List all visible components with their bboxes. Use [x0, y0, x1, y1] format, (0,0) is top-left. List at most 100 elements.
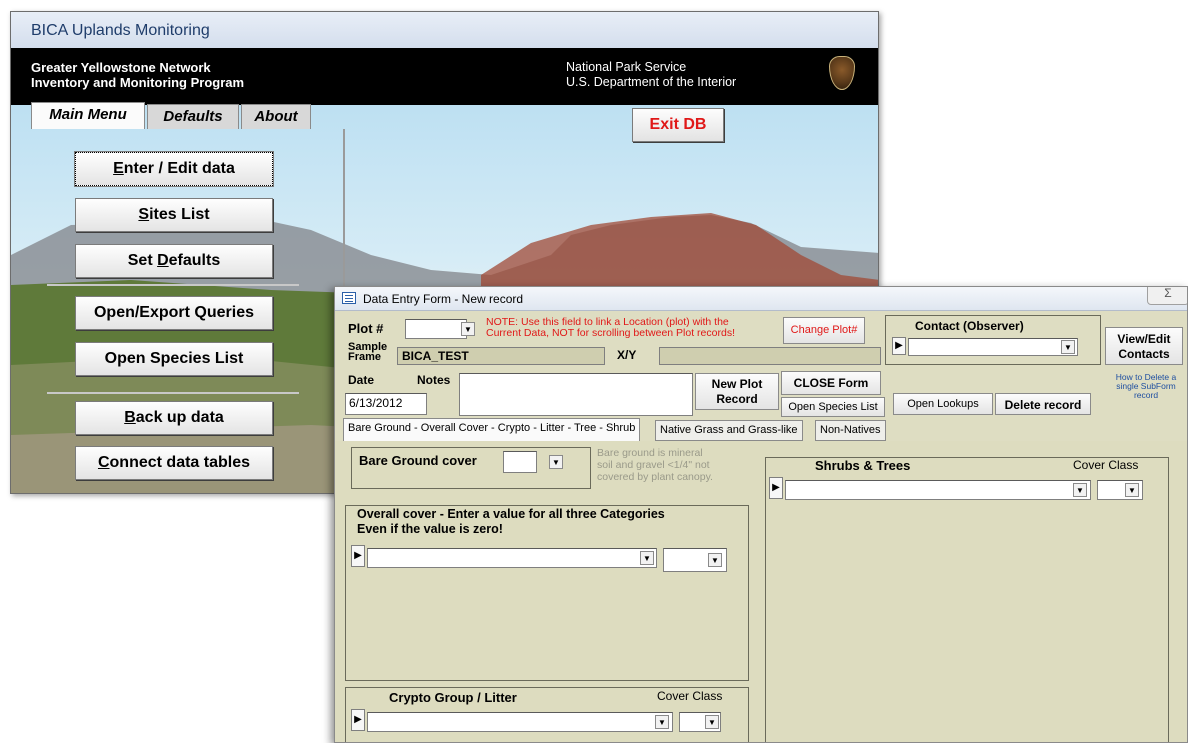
xy-label: X/Y	[617, 348, 637, 362]
tab-bare-ground[interactable]: Bare Ground - Overall Cover - Crypto - L…	[343, 418, 641, 441]
form-title: Data Entry Form - New record	[363, 292, 524, 306]
contact-label: Contact (Observer)	[915, 319, 1024, 333]
button-label: Contacts	[1118, 347, 1170, 361]
form-icon	[342, 292, 356, 304]
open-export-queries-button[interactable]: Open/Export Queries	[75, 296, 273, 330]
tab-main-menu[interactable]: Main Menu	[31, 102, 145, 129]
plot-label: Plot #	[348, 321, 384, 336]
chevron-down-icon[interactable]: ▼	[549, 455, 563, 469]
notes-label: Notes	[417, 373, 451, 387]
nps-arrowhead-logo	[829, 56, 855, 90]
button-label: nter / Edit data	[123, 160, 235, 177]
access-key: D	[157, 252, 169, 269]
enter-edit-data-button[interactable]: Enter / Edit data	[74, 151, 274, 187]
button-label: onnect data tables	[109, 454, 251, 471]
date-label: Date	[348, 373, 375, 387]
chevron-down-icon[interactable]: ▼	[461, 322, 475, 336]
crypto-combo[interactable]	[367, 712, 673, 732]
label-line: Frame	[348, 351, 382, 363]
overall-cover-label: Overall cover - Enter a value for all th…	[357, 507, 665, 537]
banner-line: U.S. Department of the Interior	[566, 75, 737, 89]
main-menu-panel: Enter / Edit data Sites List Set Default…	[31, 129, 345, 493]
sites-list-button[interactable]: Sites List	[75, 198, 273, 232]
chevron-down-icon[interactable]: ▼	[655, 715, 669, 729]
cover-class-label: Cover Class	[1073, 458, 1139, 472]
record-selector[interactable]: ▶	[351, 709, 365, 731]
record-selector[interactable]: ▶	[351, 545, 365, 567]
label-line: Even if the value is zero!	[357, 522, 503, 536]
sample-frame-field: BICA_TEST	[397, 347, 605, 365]
button-label: Set	[127, 252, 158, 269]
bare-ground-combo[interactable]	[503, 451, 537, 473]
xy-field	[659, 347, 881, 365]
network-name: Greater Yellowstone Network Inventory an…	[31, 60, 244, 90]
button-label: efaults	[168, 252, 221, 269]
button-label: ites List	[149, 206, 210, 223]
back-up-data-button[interactable]: Back up data	[75, 401, 273, 435]
view-edit-contacts-button[interactable]: View/Edit Contacts	[1105, 327, 1183, 365]
hint-line: Bare ground is mineral	[597, 447, 703, 459]
bare-ground-hint: Bare ground is mineral soil and gravel <…	[597, 447, 713, 483]
record-selector[interactable]: ▶	[769, 477, 783, 499]
tab-about[interactable]: About	[241, 104, 311, 129]
new-plot-record-button[interactable]: New Plot Record	[695, 373, 779, 410]
shrubs-trees-label: Shrubs & Trees	[815, 458, 911, 473]
sample-frame-label: Sample Frame	[348, 342, 387, 363]
help-line: record	[1133, 390, 1159, 400]
hint-line: covered by plant canopy.	[597, 471, 713, 483]
tab-defaults[interactable]: Defaults	[147, 104, 239, 129]
agency-name: National Park Service U.S. Department of…	[566, 60, 736, 90]
open-lookups-button[interactable]: Open Lookups	[893, 393, 993, 415]
chevron-down-icon[interactable]: ▼	[640, 551, 654, 565]
access-key: B	[124, 409, 136, 426]
chevron-down-icon[interactable]: ▼	[705, 715, 719, 729]
menu-divider	[47, 284, 299, 286]
button-label: Record	[716, 392, 758, 406]
plot-note: NOTE: Use this field to link a Location …	[486, 317, 735, 339]
button-label: Open Species List	[104, 350, 244, 367]
delete-help-link[interactable]: How to Delete a single SubForm record	[1105, 373, 1187, 400]
plot-combo[interactable]	[405, 319, 467, 339]
close-window-button[interactable]: Σ	[1147, 287, 1187, 305]
chevron-down-icon[interactable]: ▼	[1073, 483, 1087, 497]
access-key: S	[138, 206, 150, 223]
notes-field[interactable]	[459, 373, 693, 416]
cover-class-label: Cover Class	[657, 689, 723, 703]
date-field[interactable]: 6/13/2012	[345, 393, 427, 415]
delete-record-button[interactable]: Delete record	[995, 393, 1091, 415]
access-key: C	[97, 454, 110, 471]
exit-db-button[interactable]: Exit DB	[632, 108, 724, 142]
shrubs-trees-combo[interactable]	[785, 480, 1091, 500]
tab-non-natives[interactable]: Non-Natives	[815, 420, 886, 441]
open-species-list-button[interactable]: Open Species List	[75, 342, 273, 376]
overall-cover-combo[interactable]	[367, 548, 657, 568]
form-titlebar: Data Entry Form - New record Σ	[335, 287, 1187, 311]
set-defaults-button[interactable]: Set Defaults	[75, 244, 273, 278]
banner: Greater Yellowstone Network Inventory an…	[11, 48, 878, 105]
chevron-down-icon[interactable]: ▼	[1125, 483, 1139, 497]
note-line: Current Data, NOT for scrolling between …	[486, 327, 735, 339]
bare-ground-label: Bare Ground cover	[359, 453, 477, 468]
open-species-list-button[interactable]: Open Species List	[781, 397, 885, 417]
tab-native-grass[interactable]: Native Grass and Grass-like	[655, 420, 803, 441]
menu-divider	[47, 392, 299, 394]
chevron-down-icon[interactable]: ▼	[708, 553, 722, 567]
access-key: E	[113, 160, 124, 177]
crypto-label: Crypto Group / Litter	[389, 690, 517, 705]
contact-combo[interactable]	[908, 338, 1078, 356]
button-label: View/Edit	[1117, 332, 1171, 346]
banner-line: National Park Service	[566, 60, 687, 74]
close-form-button[interactable]: CLOSE Form	[781, 371, 881, 395]
chevron-down-icon[interactable]: ▼	[1061, 340, 1075, 354]
connect-data-tables-button[interactable]: Connect data tables	[75, 446, 273, 480]
label-line: Overall cover - Enter a value for all th…	[357, 507, 665, 521]
data-entry-form-window: Data Entry Form - New record Σ Plot # ▼ …	[334, 286, 1188, 743]
window-title: BICA Uplands Monitoring	[11, 12, 878, 48]
record-selector[interactable]: ▶	[892, 337, 906, 355]
hint-line: soil and gravel <1/4" not	[597, 459, 710, 471]
banner-line: Inventory and Monitoring Program	[31, 75, 245, 90]
button-label: ack up data	[135, 409, 224, 426]
button-label: New Plot	[711, 377, 763, 391]
change-plot-button[interactable]: Change Plot#	[783, 317, 865, 344]
button-label: Open/Export Queries	[93, 304, 255, 321]
